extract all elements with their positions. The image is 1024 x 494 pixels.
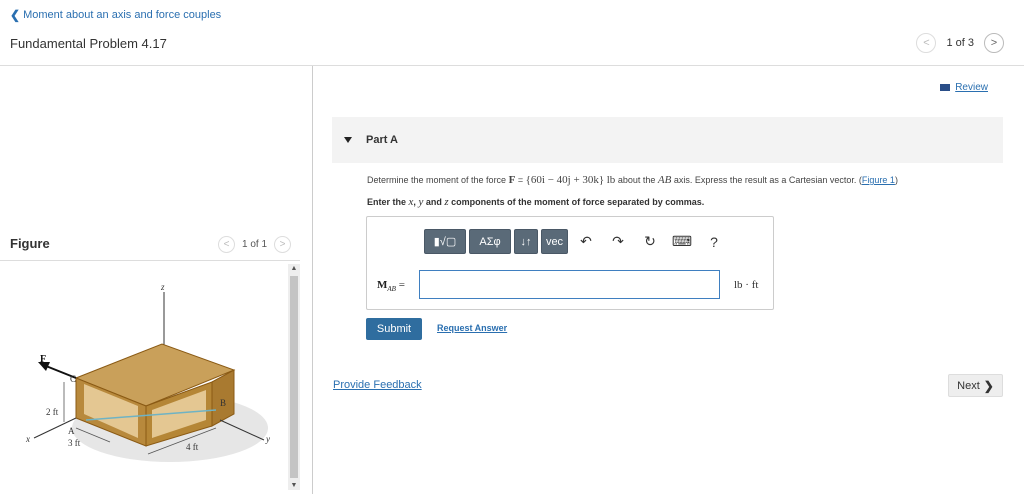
question-prompt: Determine the moment of the force F = {6… bbox=[367, 174, 898, 186]
next-figure-button[interactable]: > bbox=[274, 236, 292, 253]
answer-equals: = bbox=[398, 279, 405, 291]
review-link[interactable]: Review bbox=[940, 82, 988, 93]
axis-name: AB bbox=[657, 174, 672, 186]
force-label: F bbox=[40, 354, 46, 365]
instruction-start: Enter the bbox=[367, 197, 407, 207]
figure-heading: Figure bbox=[10, 236, 50, 251]
previous-problem-button[interactable]: < bbox=[916, 33, 937, 53]
prompt-close: ) bbox=[894, 175, 898, 185]
instruction-x: x bbox=[408, 196, 414, 208]
header-divider bbox=[0, 65, 1024, 66]
instruction-z: z bbox=[444, 196, 449, 208]
back-link[interactable]: ❮ Moment about an axis and force couples bbox=[10, 8, 221, 22]
instruction-end: components of the moment of force separa… bbox=[451, 197, 705, 207]
problem-pager-text: 1 of 3 bbox=[946, 37, 974, 49]
back-link-label: Moment about an axis and force couples bbox=[23, 9, 222, 21]
undo-icon[interactable]: ↶ bbox=[572, 231, 600, 253]
part-a-header[interactable]: Part A bbox=[332, 117, 1003, 163]
force-units: lb bbox=[606, 174, 616, 186]
force-symbol: F bbox=[508, 174, 516, 186]
prompt-mid: about the bbox=[617, 175, 656, 185]
reset-icon[interactable]: ↻ bbox=[636, 231, 664, 253]
previous-figure-button[interactable]: < bbox=[218, 236, 235, 253]
scroll-up-icon[interactable]: ▲ bbox=[288, 265, 300, 272]
prompt-start: Determine the moment of the force bbox=[367, 175, 507, 185]
dim-4ft-label: 4 ft bbox=[186, 442, 199, 452]
problem-pager: < 1 of 3 > bbox=[916, 33, 1004, 53]
figure-image: z x y F C A B 2 ft 3 ft 4 ft bbox=[25, 282, 270, 462]
request-answer-link[interactable]: Request Answer bbox=[437, 323, 507, 333]
redo-icon[interactable]: ↷ bbox=[604, 231, 632, 253]
next-button-label: Next bbox=[957, 379, 980, 392]
y-axis-label: y bbox=[265, 434, 270, 444]
x-axis-label: x bbox=[25, 434, 30, 444]
instruction-and: and bbox=[425, 197, 442, 207]
submit-button[interactable]: Submit bbox=[366, 318, 422, 340]
next-problem-button[interactable]: > bbox=[984, 33, 1004, 53]
point-a-label: A bbox=[68, 426, 75, 436]
keyboard-icon[interactable]: ⌨ bbox=[668, 231, 696, 253]
figure-1-link[interactable]: Figure 1 bbox=[862, 175, 895, 185]
help-button[interactable]: ? bbox=[700, 231, 728, 253]
scroll-down-icon[interactable]: ▼ bbox=[288, 482, 300, 489]
prompt-end: axis. Express the result as a Cartesian … bbox=[673, 175, 862, 185]
figure-divider bbox=[0, 260, 300, 261]
scrollbar-thumb[interactable] bbox=[290, 276, 298, 478]
sub-superscript-button[interactable]: ↓↑ bbox=[514, 229, 538, 254]
answer-unit: lb · ft bbox=[734, 279, 759, 291]
dim-2ft-label: 2 ft bbox=[46, 407, 59, 417]
chevron-left-icon: ❮ bbox=[10, 8, 21, 22]
part-a-label: Part A bbox=[366, 134, 398, 146]
next-button[interactable]: Next ❯ bbox=[948, 374, 1003, 397]
answer-instruction: Enter the x, y and z components of the m… bbox=[367, 196, 705, 208]
column-divider bbox=[312, 66, 313, 494]
instruction-y: y bbox=[418, 196, 424, 208]
math-toolbar: ▮√▢ ΑΣφ ↓↑ vec ↶ ↷ ↻ ⌨ ? bbox=[424, 229, 728, 254]
answer-variable-main: M bbox=[377, 279, 388, 291]
chevron-right-icon: ❯ bbox=[983, 378, 994, 393]
force-value: {60i − 40j + 30k} bbox=[525, 174, 605, 186]
prompt-equals: = bbox=[517, 175, 524, 185]
figure-scrollbar[interactable]: ▲ ▼ bbox=[288, 264, 300, 490]
point-c-label: C bbox=[70, 374, 76, 384]
review-link-label: Review bbox=[955, 82, 988, 93]
answer-area: ▮√▢ ΑΣφ ↓↑ vec ↶ ↷ ↻ ⌨ ? MAB = lb · ft bbox=[366, 216, 774, 310]
answer-variable-label: MAB = bbox=[377, 279, 405, 293]
templates-button[interactable]: ▮√▢ bbox=[424, 229, 466, 254]
problem-title: Fundamental Problem 4.17 bbox=[10, 36, 167, 51]
book-icon bbox=[940, 84, 951, 91]
vector-button[interactable]: vec bbox=[541, 229, 568, 254]
figure-pager: < 1 of 1 > bbox=[218, 236, 292, 253]
dim-3ft-label: 3 ft bbox=[68, 438, 81, 448]
point-b-label: B bbox=[220, 398, 226, 408]
provide-feedback-link[interactable]: Provide Feedback bbox=[333, 379, 422, 391]
figure-pager-text: 1 of 1 bbox=[242, 239, 268, 250]
caret-down-icon bbox=[344, 137, 352, 143]
answer-variable-sub: AB bbox=[387, 285, 396, 294]
greek-symbols-button[interactable]: ΑΣφ bbox=[469, 229, 511, 254]
z-axis-label: z bbox=[160, 282, 165, 292]
answer-input[interactable] bbox=[419, 270, 720, 299]
